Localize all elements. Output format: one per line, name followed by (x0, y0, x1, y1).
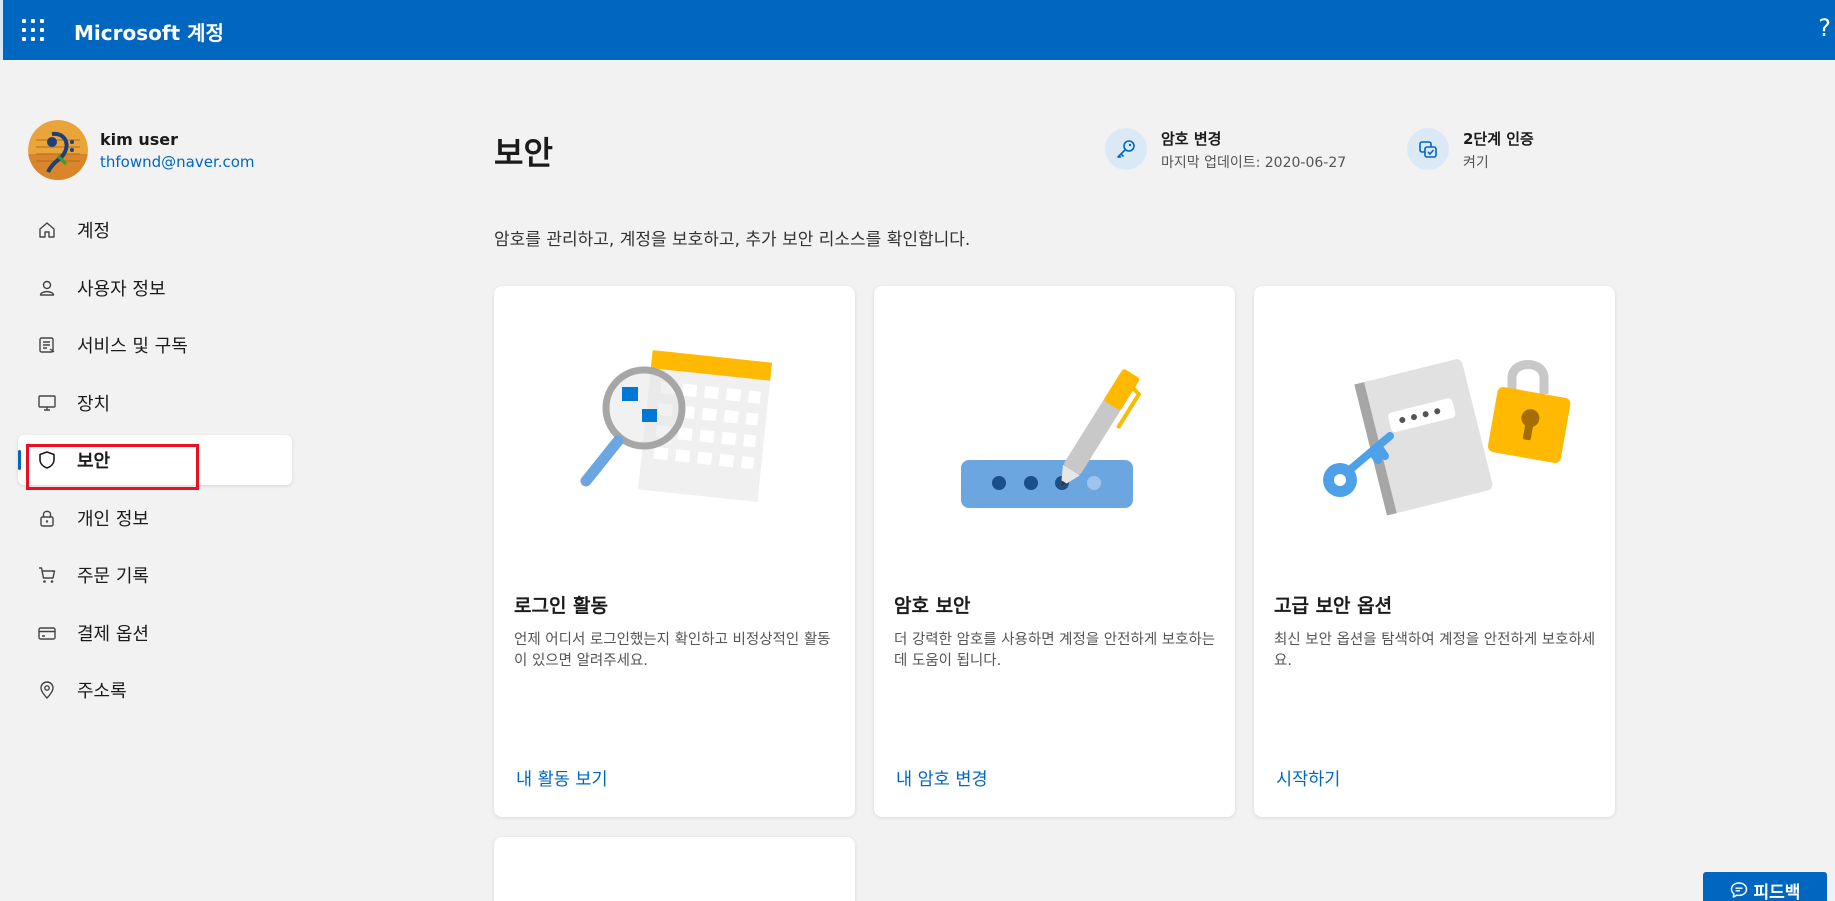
card-partial (494, 837, 855, 901)
sign-in-activity-illustration (494, 346, 855, 516)
sidebar-item-user-info[interactable]: 사용자 정보 (18, 263, 292, 313)
sidebar-item-orders[interactable]: 주문 기록 (18, 550, 292, 600)
sidebar-item-label: 개인 정보 (77, 508, 149, 530)
card-description: 더 강력한 암호를 사용하면 계정을 안전하게 보호하는 데 도움이 됩니다. (894, 632, 1216, 669)
sidebar-item-label: 계정 (77, 221, 111, 242)
card-description: 최신 보안 옵션을 탐색하여 계정을 안전하게 보호하세요. (1274, 632, 1596, 669)
quick-action-subtitle: 켜기 (1463, 155, 1489, 171)
shield-icon (36, 449, 58, 471)
cart-icon (36, 564, 58, 586)
sidebar-item-services[interactable]: 서비스 및 구독 (18, 320, 292, 370)
top-bar: Microsoft 계정 ? (0, 0, 1835, 60)
app-title[interactable]: Microsoft 계정 (74, 17, 224, 46)
two-step-icon (1407, 128, 1449, 170)
device-icon (36, 392, 58, 414)
help-icon[interactable]: ? (1818, 14, 1831, 42)
app-launcher-icon[interactable] (22, 19, 44, 41)
page-title: 보안 (494, 134, 553, 172)
profile-name: kim user (100, 129, 179, 149)
sidebar-item-label: 장치 (77, 393, 111, 415)
card-advanced-security: 고급 보안 옵션 최신 보안 옵션을 탐색하여 계정을 안전하게 보호하세요. … (1254, 286, 1615, 817)
home-icon (36, 219, 58, 241)
advanced-security-illustration (1254, 346, 1615, 516)
key-icon (1105, 128, 1147, 170)
sidebar-item-security[interactable]: 보안 (18, 435, 292, 485)
profile-summary: kim user thfownd@naver.com (28, 120, 255, 180)
quick-action-title: 암호 변경 (1161, 130, 1222, 148)
sidebar-item-label: 서비스 및 구독 (77, 336, 188, 357)
card-icon (36, 622, 58, 644)
sidebar-item-account[interactable]: 계정 (18, 205, 292, 255)
feedback-label: 피드백 (1753, 882, 1801, 901)
sidebar-item-privacy[interactable]: 개인 정보 (18, 493, 292, 543)
quick-action-subtitle: 마지막 업데이트: 2020-06-27 (1161, 155, 1347, 171)
lock-icon (36, 507, 58, 529)
sidebar-item-devices[interactable]: 장치 (18, 378, 292, 428)
change-my-password-link[interactable]: 내 암호 변경 (896, 766, 988, 791)
get-started-link[interactable]: 시작하기 (1276, 766, 1340, 791)
sidebar-item-label: 결제 옵션 (77, 623, 149, 645)
two-step-verification-action[interactable]: 2단계 인증 켜기 (1407, 128, 1534, 172)
change-password-action[interactable]: 암호 변경 마지막 업데이트: 2020-06-27 (1105, 128, 1346, 172)
card-password-security: 암호 보안 더 강력한 암호를 사용하면 계정을 안전하게 보호하는 데 도움이… (874, 286, 1235, 817)
sidebar-nav: 계정 사용자 정보 서비스 및 구독 장치 보안 개인 정보 주문 기록 결제 … (18, 205, 292, 723)
password-security-illustration (874, 346, 1235, 516)
window-edge (0, 0, 3, 60)
quick-action-title: 2단계 인증 (1463, 130, 1534, 148)
card-sign-in-activity: 로그인 활동 언제 어디서 로그인했는지 확인하고 비정상적인 활동이 있으면 … (494, 286, 855, 817)
sidebar-item-label: 사용자 정보 (77, 278, 166, 300)
feedback-button[interactable]: 피드백 (1703, 872, 1827, 901)
card-title: 암호 보안 (894, 595, 971, 617)
card-title: 고급 보안 옵션 (1274, 595, 1393, 617)
subscription-icon (36, 334, 58, 356)
card-title: 로그인 활동 (514, 595, 609, 617)
card-description: 언제 어디서 로그인했는지 확인하고 비정상적인 활동이 있으면 알려주세요. (514, 632, 831, 669)
sidebar-item-addresses[interactable]: 주소록 (18, 665, 292, 715)
profile-email[interactable]: thfownd@naver.com (100, 153, 255, 171)
sidebar-item-payment[interactable]: 결제 옵션 (18, 608, 292, 658)
person-icon (36, 277, 58, 299)
view-activity-link[interactable]: 내 활동 보기 (516, 766, 608, 791)
sidebar-item-label: 주문 기록 (77, 566, 149, 587)
location-icon (36, 679, 58, 701)
page-description: 암호를 관리하고, 계정을 보호하고, 추가 보안 리소스를 확인합니다. (494, 230, 971, 250)
sidebar-item-label: 주소록 (77, 681, 127, 702)
avatar[interactable] (28, 120, 88, 180)
sidebar-item-label: 보안 (77, 451, 111, 472)
feedback-icon (1730, 882, 1747, 898)
